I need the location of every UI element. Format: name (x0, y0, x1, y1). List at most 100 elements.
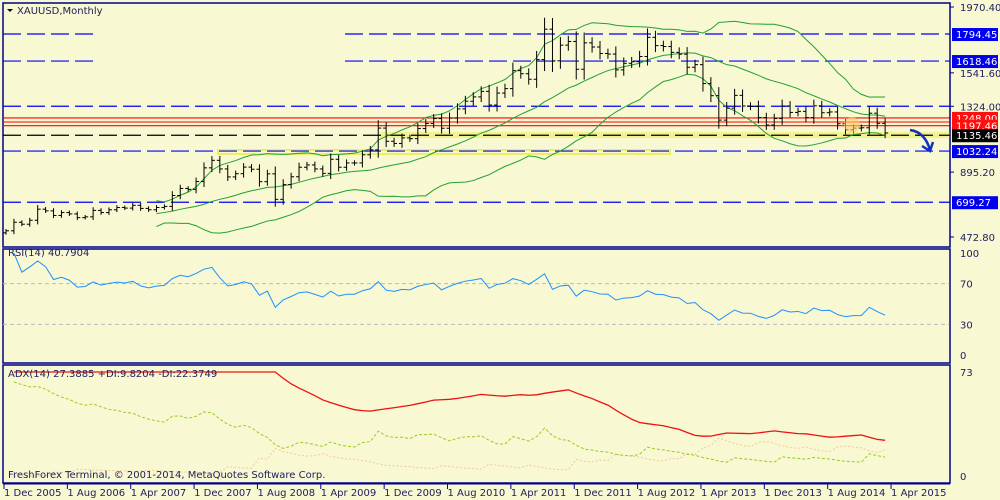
ohlc-bar (335, 155, 342, 172)
ohlc-bar (74, 211, 81, 221)
ohlc-bar (660, 40, 667, 52)
ohlc-bar (82, 215, 89, 220)
ohlc-bar (549, 18, 556, 72)
price-label: 1032.24 (956, 147, 997, 158)
ohlc-bar (232, 170, 239, 181)
ohlc-bar (779, 99, 786, 125)
ohlc-bar (367, 145, 374, 159)
adx-panel[interactable]: 73 0 (13, 365, 973, 483)
ohlc-bar (42, 207, 49, 213)
time-tick-label: 1 Aug 2010 (448, 488, 506, 499)
ohlc-bar (359, 150, 366, 168)
ohlc-bar (256, 164, 263, 187)
time-tick-label: 1 Dec 2013 (764, 488, 822, 499)
price-label: 699.27 (956, 198, 991, 209)
copyright-text: FreshForex Terminal, © 2001-2014, MetaQu… (8, 470, 325, 481)
ohlc-bar (169, 191, 176, 211)
bollinger-upper (156, 20, 886, 203)
ohlc-bar (319, 165, 326, 177)
ohlc-bar (636, 50, 643, 68)
time-tick-label: 1 Dec 2009 (384, 488, 442, 499)
ohlc-bar (731, 88, 738, 115)
ohlc-bar (565, 35, 572, 51)
time-tick-label: 1 Apr 2013 (701, 488, 756, 499)
price-panel[interactable]: 1794.451618.461248.001197.461135.461032.… (2, 2, 1000, 484)
ohlc-bar (177, 184, 184, 200)
ohlc-bar (98, 208, 105, 215)
chart-canvas[interactable]: 1794.451618.461248.001197.461135.461032.… (0, 0, 1000, 500)
rsi-panel[interactable]: 100 70 30 0 (3, 249, 979, 363)
ohlc-bar (153, 205, 160, 213)
ohlc-bar (121, 205, 128, 211)
ohlc-bar (343, 159, 350, 171)
price-tick-label: 1541.60 (960, 69, 1000, 80)
ohlc-bar (201, 162, 207, 187)
ohlc-bar (18, 220, 25, 227)
price-label: 1618.46 (956, 57, 997, 68)
ohlc-bar (10, 218, 17, 235)
rsi-title: RSI(14) 40.7904 (8, 248, 89, 259)
rsi-tick-label: 0 (960, 351, 966, 362)
chart-menu-triangle-icon[interactable] (7, 9, 13, 12)
ohlc-bar (795, 107, 801, 117)
ohlc-bar (208, 156, 215, 173)
ohlc-bar (26, 217, 33, 227)
time-axis: 1 Dec 2005 1 Aug 2006 1 Apr 2007 1 Dec 2007… (3, 483, 950, 499)
ohlc-bar (763, 112, 770, 130)
ohlc-bar (533, 50, 540, 88)
ohlc-bar (581, 32, 588, 80)
ohlc-bar (668, 40, 675, 59)
ohlc-bar (288, 172, 295, 189)
ohlc-bar (248, 164, 255, 173)
ohlc-bar (478, 86, 485, 102)
price-panel-frame (2, 2, 951, 248)
ohlc-bar (739, 89, 746, 112)
ohlc-bar (161, 204, 168, 210)
ohlc-bar (628, 56, 635, 69)
ohlc-bar (240, 163, 247, 178)
ohlc-bar (224, 164, 231, 181)
ohlc-bar (597, 41, 603, 60)
ohlc-bar (50, 208, 57, 219)
ohlc-bar (58, 210, 65, 218)
adx-title: ADX(14) 27.3885 +DI:9.8204 -DI:22.3749 (8, 369, 217, 380)
time-tick-label: 1 Apr 2011 (511, 488, 566, 499)
ohlc-bar (494, 86, 501, 112)
ohlc-bar (105, 207, 112, 215)
symbol-title: XAUUSD,Monthly (17, 6, 103, 17)
time-tick-label: 1 Dec 2007 (194, 488, 252, 499)
ohlc-bar (438, 113, 445, 134)
ohlc-bar (462, 95, 469, 115)
price-tick-label: 895.20 (960, 168, 995, 179)
ohlc-bar (699, 56, 706, 92)
ohlc-bar (66, 210, 73, 216)
time-tick-label: 1 Aug 2006 (67, 488, 125, 499)
ohlc-bar (137, 202, 144, 211)
time-tick-label: 1 Apr 2007 (131, 488, 186, 499)
ohlc-bar (604, 48, 611, 59)
ohlc-bar (470, 92, 477, 106)
ohlc-bar (486, 84, 493, 112)
ohlc-bar (612, 46, 619, 78)
price-tick-label: 1324.00 (960, 102, 1000, 113)
ohlc-bar (90, 207, 97, 220)
ohlc-bar (747, 102, 754, 111)
price-tick-label: 1970.40 (960, 3, 1000, 14)
time-tick-label: 1 Dec 2005 (4, 488, 62, 499)
price-label: 1794.45 (956, 30, 997, 41)
ohlc-bar (509, 62, 516, 97)
ohlc-bar (3, 228, 9, 235)
rsi-panel-frame (2, 248, 951, 364)
ohlc-bar (802, 106, 809, 123)
adx-line (13, 371, 886, 441)
ohlc-bar (501, 83, 508, 98)
ohlc-bar (311, 161, 318, 173)
ohlc-bar (129, 202, 136, 211)
plus-di-line (13, 381, 886, 463)
ohlc-bar (866, 106, 873, 135)
rsi-line (13, 252, 886, 321)
ohlc-bar (810, 99, 817, 124)
adx-panel-frame (2, 364, 951, 484)
ohlc-bar (296, 162, 303, 182)
rsi-tick-label: 30 (960, 320, 973, 331)
